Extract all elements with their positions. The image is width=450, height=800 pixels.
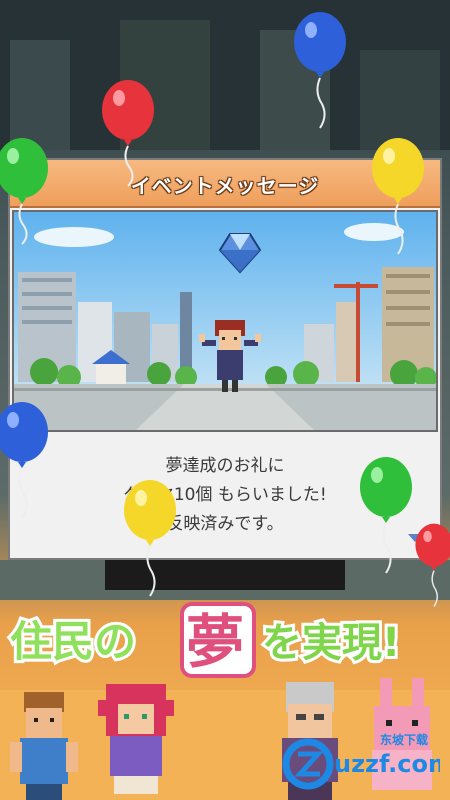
- character-man-left: [10, 692, 78, 800]
- banner-text-3: を実現!: [262, 620, 400, 666]
- balloon-icon-yellow-right: [372, 138, 424, 255]
- watermark-text-main: uzzf.com: [334, 750, 440, 778]
- balloon-icon-red-top: [102, 80, 154, 187]
- balloon-icon-blue-top: [294, 12, 346, 129]
- watermark-text-top: 东坡下载: [380, 732, 428, 747]
- balloon-icon-green-left: [0, 138, 48, 245]
- promo-banner: 住民の 夢 を実現!: [7, 602, 403, 678]
- banner-text-1: 住民の: [10, 617, 136, 666]
- balloon-icon-blue-left: [0, 402, 48, 519]
- banner-text-2: 夢: [186, 608, 244, 676]
- site-watermark-logo: 东坡下载 uzzf.com: [282, 732, 440, 790]
- character-girl-red-hair: [98, 684, 174, 794]
- balloon-icon-green-right: [360, 457, 412, 574]
- balloon-icon-yellow-center: [124, 480, 176, 597]
